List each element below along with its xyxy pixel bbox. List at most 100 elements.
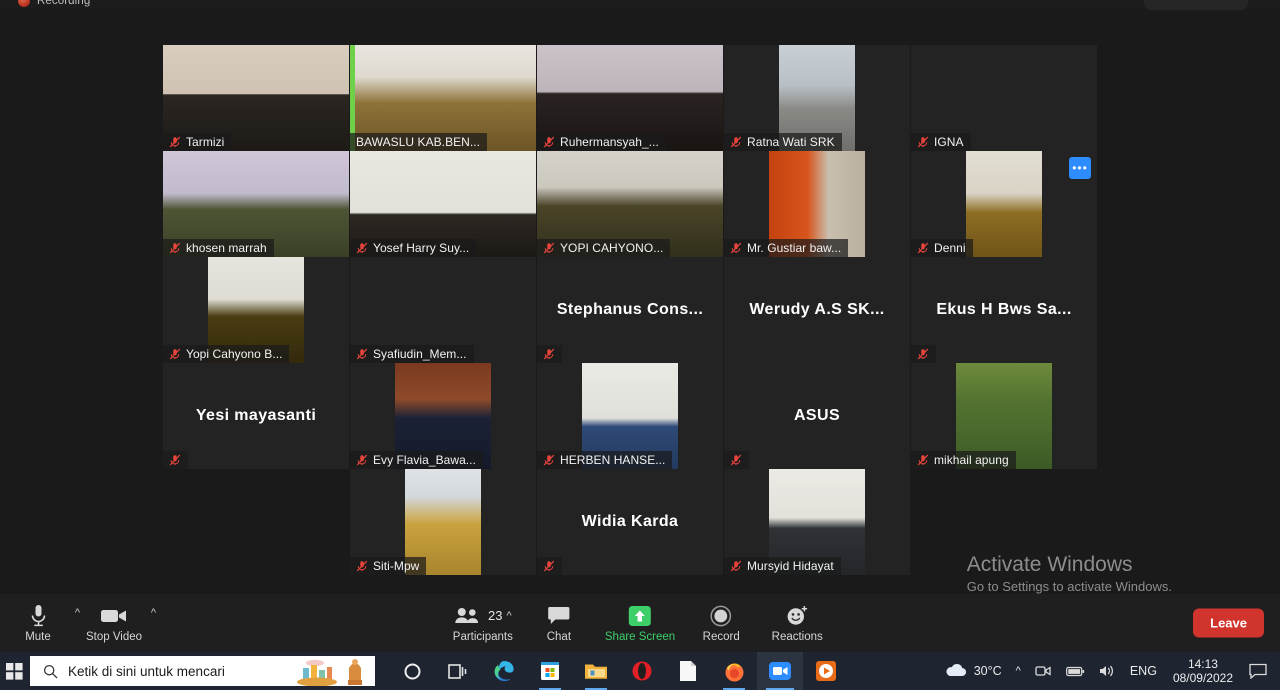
participant-tile[interactable]: Mursyid Hidayat xyxy=(724,469,910,575)
record-button[interactable]: Record xyxy=(683,594,759,652)
participant-name-label: Ruhermansyah_... xyxy=(560,135,659,149)
media-player-icon[interactable] xyxy=(803,652,849,690)
empty-grid-slot xyxy=(163,469,349,575)
stop-video-button[interactable]: Stop Video ^ xyxy=(76,594,156,652)
muted-microphone-icon xyxy=(356,454,368,466)
cortana-icon[interactable] xyxy=(389,652,435,690)
participant-tile[interactable]: Widia Karda xyxy=(537,469,723,575)
cloud-icon xyxy=(946,663,966,677)
muted-microphone-icon xyxy=(169,348,181,360)
participant-tile[interactable]: YOPI CAHYONO... xyxy=(537,151,723,257)
record-circle-icon xyxy=(710,604,732,628)
show-hidden-icons-button[interactable]: ^ xyxy=(1009,652,1028,690)
language-indicator[interactable]: ENG xyxy=(1123,652,1164,690)
participant-tile[interactable]: ASUS xyxy=(724,363,910,469)
participants-count: 23 xyxy=(488,608,503,623)
zoom-meeting-window: Recording Tarmizi BAWASLU KAB.BEN... Ruher… xyxy=(0,0,1280,690)
battery-icon[interactable] xyxy=(1059,652,1092,690)
mute-button[interactable]: Mute ^ xyxy=(0,594,80,652)
reactions-button[interactable]: Reactions xyxy=(759,594,835,652)
camera-privacy-icon[interactable] xyxy=(1028,652,1059,690)
participant-tile[interactable]: Yesi mayasanti xyxy=(163,363,349,469)
participant-name-label: BAWASLU KAB.BEN... xyxy=(356,135,481,149)
participants-button[interactable]: 23 ^ Participants xyxy=(445,594,521,652)
participant-name-label: YOPI CAHYONO... xyxy=(560,241,664,255)
chat-bubble-icon xyxy=(548,604,570,628)
participant-tile[interactable]: Mr. Gustiar baw... xyxy=(724,151,910,257)
muted-microphone-icon xyxy=(730,454,742,466)
participant-name-bar: Yosef Harry Suy... xyxy=(350,239,477,257)
action-center-icon[interactable] xyxy=(1242,652,1274,690)
weather-widget[interactable]: 30°C xyxy=(937,652,1009,690)
grid-row: Yopi Cahyono B... Syafiudin_Mem... Stephan… xyxy=(163,257,1097,363)
file-explorer-icon[interactable] xyxy=(573,652,619,690)
muted-microphone-icon xyxy=(543,348,555,360)
participant-tile[interactable]: Evy Flavia_Bawa... xyxy=(350,363,536,469)
firefox-icon[interactable] xyxy=(711,652,757,690)
participant-name-label: Tarmizi xyxy=(186,135,225,149)
weather-temperature: 30°C xyxy=(973,664,1002,678)
participant-name-bar xyxy=(163,451,188,469)
clock-date: 08/09/2022 xyxy=(1172,671,1233,685)
opera-icon[interactable] xyxy=(619,652,665,690)
start-button[interactable] xyxy=(0,652,28,690)
muted-microphone-icon xyxy=(543,560,555,572)
participant-name-bar xyxy=(911,345,936,363)
participant-name-bar: Siti-Mpw xyxy=(350,557,427,575)
zoom-toolbar: Mute ^ Stop Video ^ 23 ^ Participants Ch… xyxy=(0,594,1280,652)
windows-taskbar: Ketik di sini untuk mencari 30°C ^ ENG 1… xyxy=(0,652,1280,690)
participant-tile[interactable]: Ruhermansyah_... xyxy=(537,45,723,151)
recording-indicator: Recording xyxy=(18,0,90,9)
participant-tile[interactable]: Siti-Mpw xyxy=(350,469,536,575)
participant-tile[interactable]: Werudy A.S SK... xyxy=(724,257,910,363)
search-icon xyxy=(43,664,58,678)
participant-tile[interactable]: ••• Denni xyxy=(911,151,1097,257)
participant-tile[interactable]: HERBEN HANSE... xyxy=(537,363,723,469)
participant-tile[interactable]: Yosef Harry Suy... xyxy=(350,151,536,257)
record-label: Record xyxy=(702,630,740,643)
muted-microphone-icon xyxy=(169,454,181,466)
participant-tile[interactable]: Ratna Wati SRK xyxy=(724,45,910,151)
share-screen-button[interactable]: Share Screen xyxy=(597,594,683,652)
window-controls-pill[interactable] xyxy=(1144,0,1248,10)
participant-tile[interactable]: khosen marrah xyxy=(163,151,349,257)
participant-tile[interactable]: Ekus H Bws Sa... xyxy=(911,257,1097,363)
reactions-label: Reactions xyxy=(771,630,823,643)
participant-name-label: mikhail apung xyxy=(934,453,1009,467)
video-options-chevron-icon[interactable]: ^ xyxy=(151,608,156,619)
microphone-icon xyxy=(30,604,47,628)
clock[interactable]: 14:13 08/09/2022 xyxy=(1164,652,1242,690)
grid-row: Siti-Mpw Widia Karda Mursyid Hidayat xyxy=(163,469,1097,575)
participant-name-bar xyxy=(537,557,562,575)
participant-name-bar: BAWASLU KAB.BEN... xyxy=(350,133,488,151)
volume-icon[interactable] xyxy=(1092,652,1123,690)
edge-icon[interactable] xyxy=(481,652,527,690)
participant-tile[interactable]: Tarmizi xyxy=(163,45,349,151)
participant-display-name: Ekus H Bws Sa... xyxy=(936,301,1072,318)
participant-tile[interactable]: Stephanus Cons... xyxy=(537,257,723,363)
participant-tile[interactable]: mikhail apung xyxy=(911,363,1097,469)
participant-tile[interactable]: IGNA xyxy=(911,45,1097,151)
participant-name-label: Siti-Mpw xyxy=(373,559,420,573)
document-icon[interactable] xyxy=(665,652,711,690)
more-options-icon[interactable]: ••• xyxy=(1069,157,1091,179)
participants-chevron-icon[interactable]: ^ xyxy=(506,610,511,622)
participant-tile[interactable]: BAWASLU KAB.BEN... xyxy=(350,45,536,151)
task-view-icon[interactable] xyxy=(435,652,481,690)
mute-label: Mute xyxy=(25,630,51,643)
recording-dot-icon xyxy=(18,0,30,7)
muted-microphone-icon xyxy=(543,454,555,466)
chevron-up-icon: ^ xyxy=(1015,665,1021,677)
participant-name-bar: Ruhermansyah_... xyxy=(537,133,666,151)
zoom-icon[interactable] xyxy=(757,652,803,690)
microsoft-store-icon[interactable] xyxy=(527,652,573,690)
muted-microphone-icon xyxy=(543,136,555,148)
participant-tile[interactable]: Yopi Cahyono B... xyxy=(163,257,349,363)
chat-button[interactable]: Chat xyxy=(521,594,597,652)
leave-button[interactable]: Leave xyxy=(1193,608,1264,638)
muted-microphone-icon xyxy=(730,560,742,572)
participant-video-feed xyxy=(966,151,1042,257)
search-box[interactable]: Ketik di sini untuk mencari xyxy=(30,656,375,686)
participant-tile[interactable]: Syafiudin_Mem... xyxy=(350,257,536,363)
participant-name-label: Denni xyxy=(934,241,966,255)
